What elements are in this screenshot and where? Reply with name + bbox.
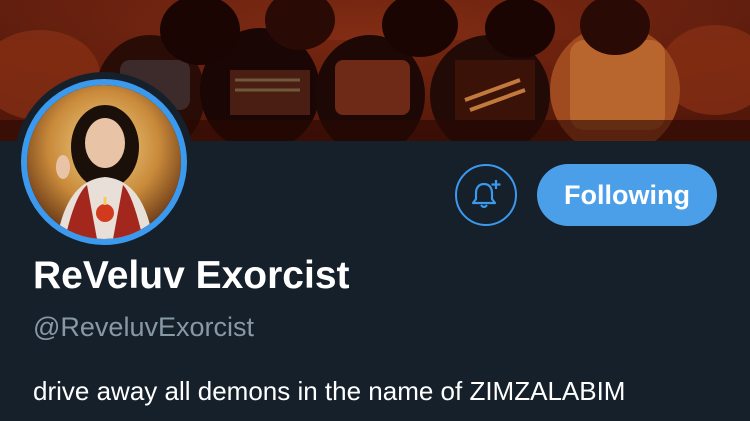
avatar-photo bbox=[27, 85, 181, 239]
notifications-button[interactable] bbox=[455, 164, 517, 226]
user-handle: @ReveluvExorcist bbox=[33, 312, 254, 342]
following-button[interactable]: Following bbox=[537, 164, 717, 226]
display-name: ReVeluv Exorcist bbox=[33, 254, 350, 297]
profile-page: Following ReVeluv Exorcist @ReveluvExorc… bbox=[0, 0, 750, 421]
avatar[interactable] bbox=[21, 79, 187, 245]
following-button-label: Following bbox=[564, 179, 690, 210]
profile-bio: drive away all demons in the name of ZIM… bbox=[33, 376, 626, 406]
bell-plus-icon bbox=[471, 180, 501, 209]
